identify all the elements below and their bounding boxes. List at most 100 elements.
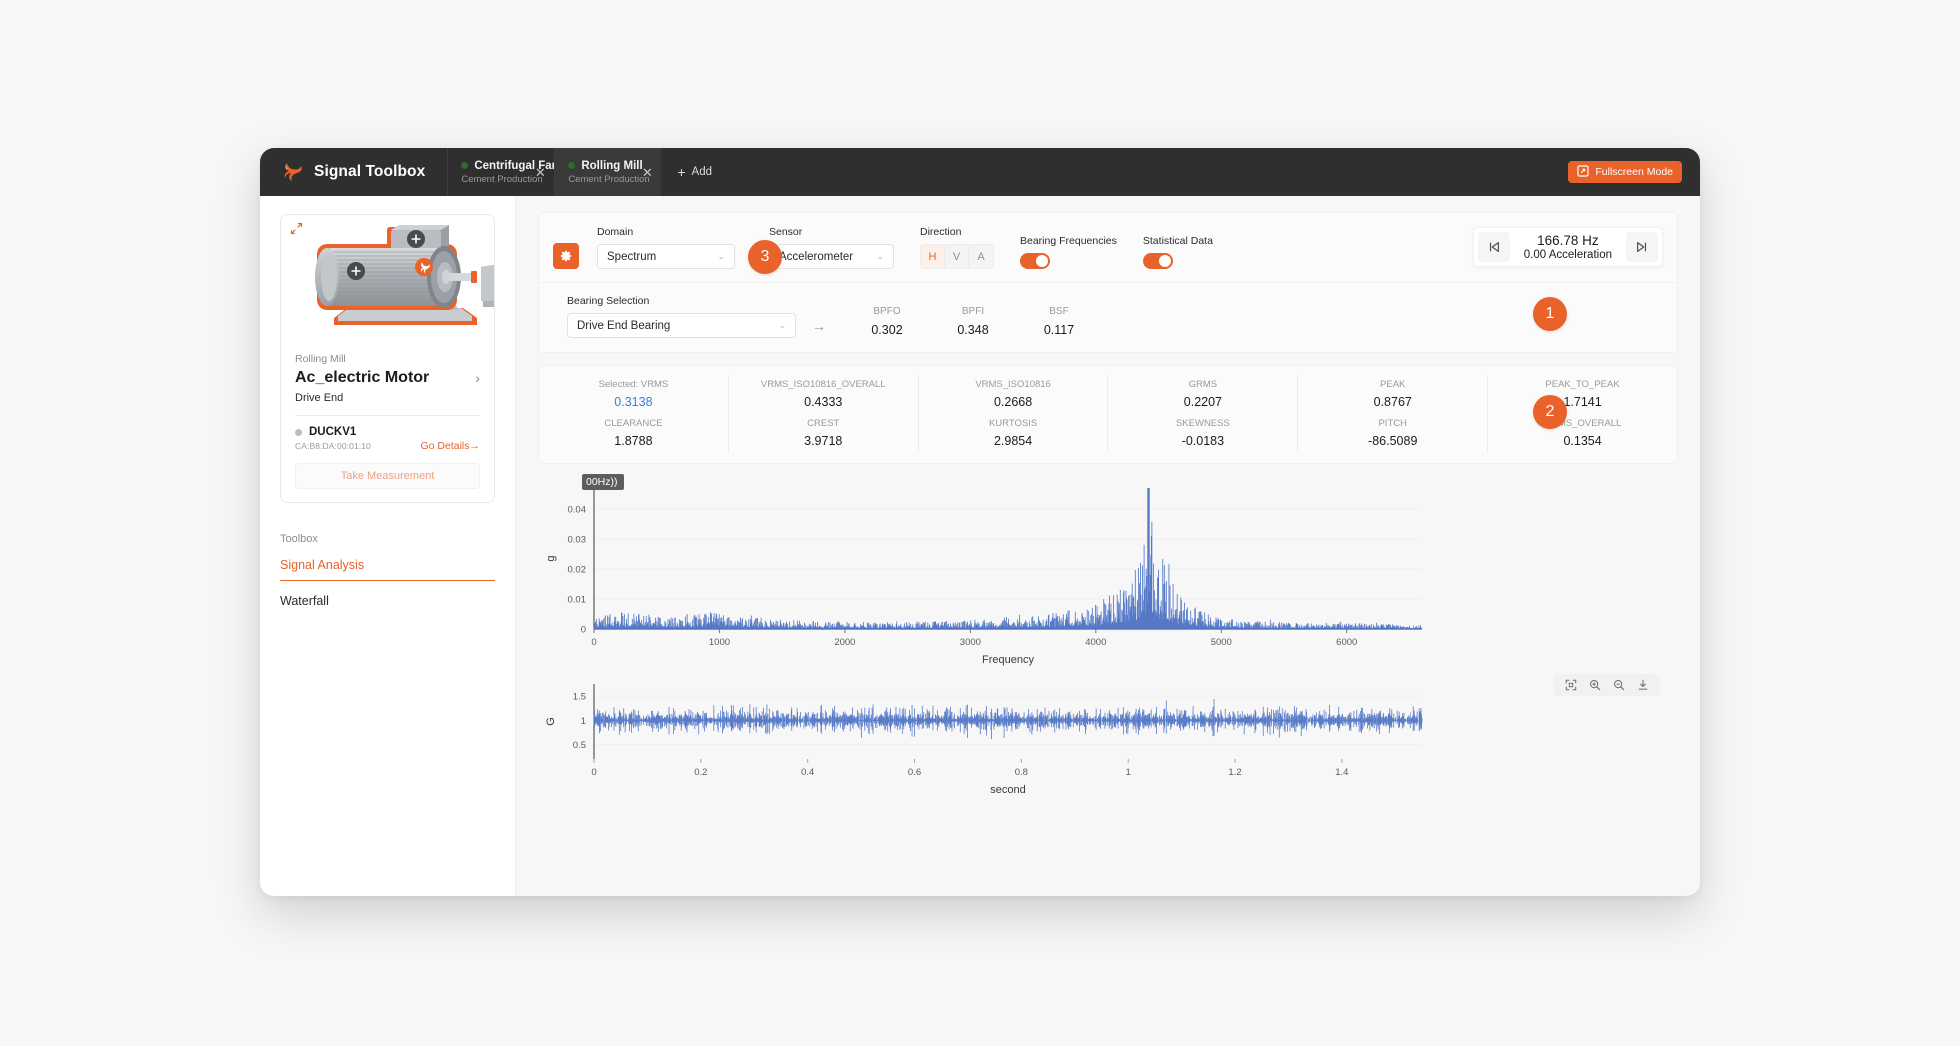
svg-text:1.4: 1.4 xyxy=(1335,767,1348,778)
go-details-link[interactable]: Go Details→ xyxy=(420,440,480,452)
tab-rolling-mill[interactable]: Rolling Mill Cement Production ✕ xyxy=(554,148,662,196)
gear-icon xyxy=(560,250,572,262)
svg-text:0.6: 0.6 xyxy=(908,767,921,778)
annotation-badge-3: 3 xyxy=(748,240,782,274)
statistics-row-2: CLEARANCE 1.8788 CREST 3.9718 KURTOSIS 2… xyxy=(539,414,1677,453)
svg-text:0.5: 0.5 xyxy=(573,740,586,751)
stat-grms-overall[interactable]: GRMS_OVERALL 0.1354 xyxy=(1488,414,1677,453)
svg-text:0.04: 0.04 xyxy=(568,505,587,516)
bearing-selection-label: Bearing Selection xyxy=(567,295,650,307)
svg-text:1.5: 1.5 xyxy=(573,692,586,703)
svg-text:0.03: 0.03 xyxy=(568,535,587,546)
divider xyxy=(295,415,480,416)
direction-field: Direction H V A xyxy=(920,226,994,269)
svg-text:g: g xyxy=(545,555,557,561)
zoom-out-icon[interactable] xyxy=(1608,677,1630,693)
stat-key: GRMS xyxy=(1188,379,1218,390)
stat-kurtosis[interactable]: KURTOSIS 2.9854 xyxy=(919,414,1109,453)
svg-text:0: 0 xyxy=(581,625,586,636)
stat-grms[interactable]: GRMS 0.2207 xyxy=(1108,375,1299,414)
spectrum-chart[interactable]: 0 0.01 0.02 0.03 0.04 0 1000 2000 3000 4000 5000 60… xyxy=(538,474,1438,669)
chevron-down-icon: ⌄ xyxy=(717,251,725,261)
settings-gear-button[interactable] xyxy=(553,243,579,269)
waveform-chart[interactable]: 0.5 1 1.5 0 0.2 0.4 0.6 0.8 1 1.2 1.4 second G xyxy=(538,674,1438,799)
stat-vrms-iso10816[interactable]: VRMS_ISO10816 0.2668 xyxy=(919,375,1109,414)
stat-key: Selected: VRMS xyxy=(598,379,669,390)
sidebar-item-signal-analysis[interactable]: Signal Analysis xyxy=(280,545,495,581)
sidebar-item-waterfall[interactable]: Waterfall xyxy=(280,581,495,617)
bearing-frequencies-toggle[interactable] xyxy=(1020,253,1050,269)
tab-label: Rolling Mill xyxy=(581,159,643,172)
stat-vrms-iso10816-overall[interactable]: VRMS_ISO10816_OVERALL 0.4333 xyxy=(729,375,919,414)
sensor-name-label: DUCKV1 xyxy=(309,426,357,438)
domain-select[interactable]: Spectrum ⌄ xyxy=(597,244,735,269)
download-icon[interactable] xyxy=(1632,677,1654,693)
domain-field: Domain Spectrum ⌄ xyxy=(597,226,735,269)
arrow-right-icon: → xyxy=(812,318,826,334)
svg-text:1.2: 1.2 xyxy=(1228,767,1241,778)
annotation-badge-1: 1 xyxy=(1533,297,1567,331)
sensor-label: Sensor xyxy=(769,226,803,238)
controls-row: Domain Spectrum ⌄ Sensor Accelerometer ⌄ xyxy=(539,213,1677,283)
direction-option-v[interactable]: V xyxy=(945,245,969,268)
plus-icon: + xyxy=(677,164,686,180)
main-content: 3 Domain Spectrum ⌄ Sensor Accelerometer… xyxy=(516,196,1700,896)
stat-clearance[interactable]: CLEARANCE 1.8788 xyxy=(539,414,729,453)
asset-meta: Rolling Mill Ac_electric Motor › Drive E… xyxy=(281,353,494,404)
stat-key: VRMS_ISO10816 xyxy=(975,379,1051,390)
sensor-bottom: CA:B8:DA:00:01:10 Go Details→ xyxy=(295,440,480,452)
svg-text:G: G xyxy=(545,717,557,726)
bearing-stat-key: BSF xyxy=(1049,306,1069,317)
svg-text:3000: 3000 xyxy=(960,637,981,648)
cursor-prev-button[interactable] xyxy=(1477,232,1510,262)
add-tab-button[interactable]: + Add xyxy=(661,148,728,196)
stat-pitch[interactable]: PITCH -86.5089 xyxy=(1298,414,1489,453)
reset-zoom-icon[interactable] xyxy=(1560,677,1582,693)
bearing-stat-bpfi: BPFI 0.348 xyxy=(930,306,1016,337)
stat-key: CLEARANCE xyxy=(604,418,663,429)
stat-value: 1.7141 xyxy=(1563,395,1602,409)
waveform-chart-block: 0.5 1 1.5 0 0.2 0.4 0.6 0.8 1 1.2 1.4 second G xyxy=(538,674,1678,804)
fullscreen-mode-button[interactable]: Fullscreen Mode xyxy=(1568,161,1682,183)
expand-icon[interactable] xyxy=(290,222,303,240)
stat-crest[interactable]: CREST 3.9718 xyxy=(729,414,919,453)
bearing-select[interactable]: Drive End Bearing ⌄ xyxy=(567,313,796,338)
status-dot-icon xyxy=(568,162,576,169)
sensor-select[interactable]: Accelerometer ⌄ xyxy=(769,244,894,269)
stat-skewness[interactable]: SKEWNESS -0.0183 xyxy=(1108,414,1299,453)
add-tab-label: Add xyxy=(691,166,712,178)
app-body: Rolling Mill Ac_electric Motor › Drive E… xyxy=(260,196,1700,896)
direction-option-a[interactable]: A xyxy=(969,245,993,268)
spectrum-chart-block: 00Hz)) 0 0.01 0.02 0.03 0.04 0 1000 2000 3000 400… xyxy=(538,474,1678,674)
sensor-status-dot-icon xyxy=(295,428,302,436)
cursor-next-button[interactable] xyxy=(1626,232,1658,262)
statistics-row-1: Selected: VRMS 0.3138 VRMS_ISO10816_OVER… xyxy=(539,375,1677,414)
zoom-in-icon[interactable] xyxy=(1584,677,1606,693)
bearing-stat-bsf: BSF 0.117 xyxy=(1016,306,1102,337)
statistical-data-toggle[interactable] xyxy=(1142,253,1173,269)
stat-value: 0.8767 xyxy=(1373,395,1412,409)
svg-text:0: 0 xyxy=(591,767,596,778)
take-measurement-button[interactable]: Take Measurement xyxy=(295,463,480,489)
app-logo-icon xyxy=(280,161,304,183)
stat-value: 0.3138 xyxy=(614,395,653,409)
direction-option-h[interactable]: H xyxy=(921,245,945,268)
stat-key: SKEWNESS xyxy=(1175,418,1230,429)
stat-peak-to-peak[interactable]: PEAK_TO_PEAK 1.7141 xyxy=(1488,375,1677,414)
skip-previous-icon xyxy=(1489,242,1499,252)
svg-text:0.01: 0.01 xyxy=(568,595,587,606)
toolbox-section-title: Toolbox xyxy=(280,533,318,545)
stat-value: -0.0183 xyxy=(1181,434,1225,448)
asset-name-row[interactable]: Ac_electric Motor › xyxy=(295,369,480,387)
tab-centrifugal-fan[interactable]: Centrifugal Fan Cement Production ✕ xyxy=(447,148,559,196)
bearing-frequencies-label: Bearing Frequencies xyxy=(1020,235,1117,247)
stat-selected-vrms[interactable]: Selected: VRMS 0.3138 xyxy=(539,375,729,414)
bearing-stat-bpfo: BPFO 0.302 xyxy=(844,306,930,337)
svg-text:0: 0 xyxy=(591,637,596,648)
stat-value: 0.1354 xyxy=(1563,434,1602,448)
close-icon[interactable]: ✕ xyxy=(639,164,655,180)
close-icon[interactable]: ✕ xyxy=(532,164,548,180)
spectrum-cursor-tooltip: 00Hz)) xyxy=(582,474,624,490)
stat-peak[interactable]: PEAK 0.8767 xyxy=(1298,375,1489,414)
svg-text:1: 1 xyxy=(1126,767,1131,778)
